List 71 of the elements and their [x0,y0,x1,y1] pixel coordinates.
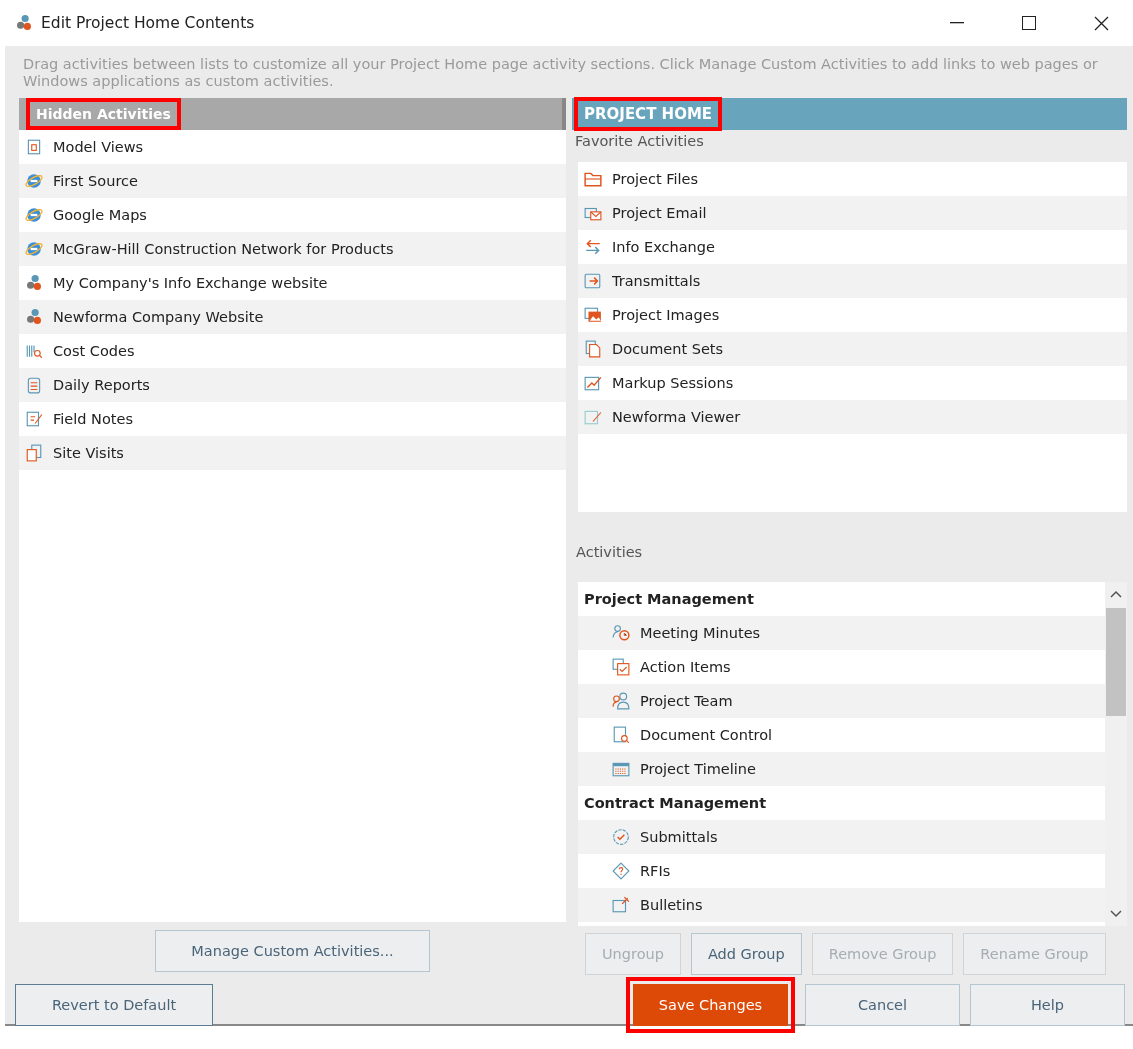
activity-item[interactable]: Newforma Viewer [578,400,1127,434]
people-icon [612,692,630,710]
dialog-button[interactable]: Help [970,984,1125,1026]
activity-item[interactable]: Project Images [578,298,1127,332]
activity-item[interactable]: Site Visits [19,436,566,470]
manage-custom-activities-button[interactable]: Manage Custom Activities... [155,930,430,972]
globe-icon [25,240,43,258]
minimize-icon [950,22,964,24]
activity-item[interactable]: My Company's Info Exchange website [19,266,566,300]
pencil-note-icon [25,410,43,428]
activity-item[interactable]: Document Control [578,718,1105,752]
section-label: Favorite Activities [574,132,705,151]
document-icon [584,340,602,358]
activity-item[interactable]: Project Files [578,162,1127,196]
activity-item[interactable]: Newforma Company Website [19,300,566,334]
globe-icon [25,172,43,190]
activity-item[interactable]: Google Maps [19,198,566,232]
activity-item[interactable]: Daily Reports [19,368,566,402]
image-icon [584,306,602,324]
document-icon [25,138,43,156]
checklist-icon [612,658,630,676]
panel-title: PROJECT HOME [584,105,713,123]
cubes-icon [25,308,43,326]
dialog-button[interactable]: Cancel [805,984,960,1026]
activity-item[interactable]: Bulletins [578,888,1105,922]
document-search-icon [612,726,630,744]
cubes-icon [25,274,43,292]
panel-title: Hidden Activities [36,106,171,122]
activity-item[interactable]: McGraw-Hill Construction Network for Products [19,232,566,266]
person-clock-icon [612,624,630,642]
activity-item[interactable]: Transmittals [578,264,1127,298]
export-icon [584,272,602,290]
diamond-question-icon [612,862,630,880]
viewer-icon [584,408,602,426]
activity-item[interactable]: RFIs [578,854,1105,888]
scroll-thumb[interactable] [1106,608,1126,716]
activity-item[interactable]: Project Email [578,196,1127,230]
folder-icon [584,170,602,188]
chart-pencil-icon [584,374,602,392]
activity-item[interactable]: Markup Sessions [578,366,1127,400]
scroll-down-icon [1110,910,1122,918]
calendar-icon [612,760,630,778]
clipboard-icon [25,376,43,394]
cubes-icon [15,14,33,32]
activity-item[interactable]: Action Items [578,650,1105,684]
badge-check-icon [612,828,630,846]
pages-icon [25,444,43,462]
activity-item[interactable]: Meeting Minutes [578,616,1105,650]
close-icon [1093,15,1109,31]
activity-item[interactable]: Document Sets [578,332,1127,366]
barcode-icon [25,342,43,360]
group-button[interactable]: Add Group [690,933,802,975]
activity-item[interactable]: Model Views [19,130,566,164]
activity-item[interactable]: Project Timeline [578,752,1105,786]
pin-board-icon [612,896,630,914]
activity-item[interactable]: Submittals [578,820,1105,854]
maximize-icon [1022,16,1036,30]
activity-item[interactable]: Info Exchange [578,230,1127,264]
activity-item[interactable]: Cost Codes [19,334,566,368]
arrows-icon [584,238,602,256]
activity-item[interactable]: Field Notes [19,402,566,436]
globe-icon [25,206,43,224]
section-label: Activities [575,543,644,562]
activity-item[interactable]: Project Team [578,684,1105,718]
revert-to-default-button[interactable]: Revert to Default [15,984,213,1026]
window-title: Edit Project Home Contents [41,14,256,32]
instructions-text: Drag activities between lists to customize all your Project Home page activity sections. Click Manage Custom Activities to add links to web pages or Windows applications as custom activities. [23,56,1099,90]
scrollbar[interactable] [1105,582,1127,926]
activity-item[interactable]: First Source [19,164,566,198]
dialog-button[interactable]: Save Changes [633,984,788,1026]
scroll-up-icon [1110,590,1122,598]
